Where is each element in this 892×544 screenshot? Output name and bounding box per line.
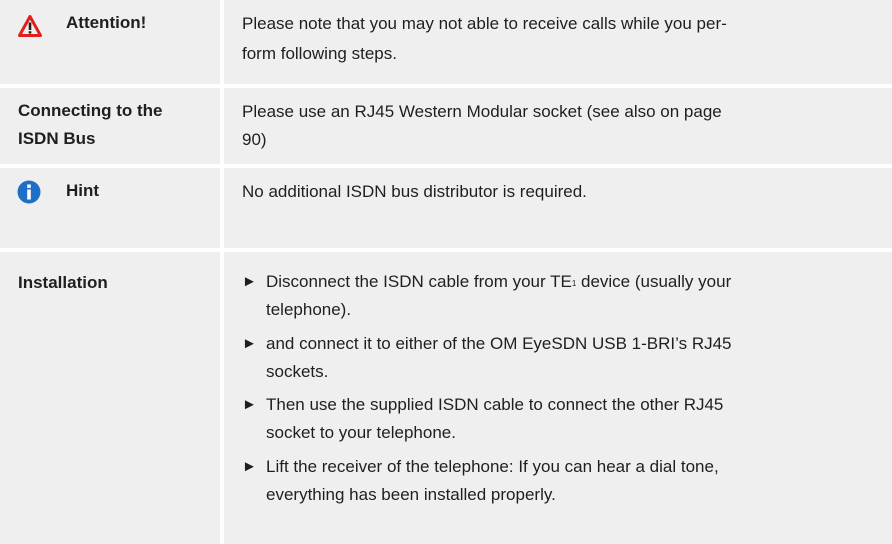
step-4-line2: everything has been installed properly. [266,485,556,504]
footnote-marker: 1 [571,279,577,288]
installation-row: Installation ► Disconnect the ISDN cable… [0,252,892,544]
hint-text: No additional ISDN bus distributor is re… [242,182,587,201]
installation-step-1: ► Disconnect the ISDN cable from your TE… [242,268,872,324]
step-1-line1: Disconnect the ISDN cable from your TE1 … [266,268,872,295]
attention-text-line1: Please note that you may not able to rec… [242,14,727,33]
bullet-arrow-icon: ► [242,335,257,352]
step-3-line2: socket to your telephone. [266,423,456,442]
installation-step-4: ► Lift the receiver of the telephone: If… [242,453,872,509]
bullet-arrow-icon: ► [242,396,257,413]
isdn-bus-content-cell: Please use an RJ45 Western Modular socke… [224,88,892,164]
step-2-line1: and connect it to either of the OM EyeSD… [266,334,732,353]
step-1-line1-post: device (usually your [576,272,732,291]
attention-row: Attention! Please note that you may not … [0,0,892,84]
isdn-bus-label-line2: ISDN Bus [18,129,96,148]
hint-label-cell: Hint [0,168,220,248]
hint-row: Hint No additional ISDN bus distributor … [0,168,892,248]
isdn-bus-label-line1: Connecting to the [18,101,163,120]
document-page: Attention! Please note that you may not … [0,0,892,544]
isdn-bus-row: Connecting to the ISDN Bus Please use an… [0,88,892,164]
attention-label-cell: Attention! [0,0,220,84]
step-1-line1-pre: Disconnect the ISDN cable from your TE [266,272,572,291]
installation-step-2: ► and connect it to either of the OM Eye… [242,330,872,386]
isdn-bus-text-line1: Please use an RJ45 Western Modular socke… [242,102,722,121]
bullet-arrow-icon: ► [242,458,257,475]
hint-content-cell: No additional ISDN bus distributor is re… [224,168,892,248]
info-icon [17,180,41,209]
step-2-line2: sockets. [266,362,329,381]
isdn-bus-label-cell: Connecting to the ISDN Bus [0,88,220,164]
installation-content-cell: ► Disconnect the ISDN cable from your TE… [224,252,892,544]
installation-step-3: ► Then use the supplied ISDN cable to co… [242,391,872,447]
attention-label: Attention! [66,13,147,32]
hint-label: Hint [66,181,100,200]
isdn-bus-text-line2: 90) [242,130,267,149]
installation-label-cell: Installation [0,252,220,544]
step-4-line1: Lift the receiver of the telephone: If y… [266,457,719,476]
step-1-line2: telephone). [266,300,352,319]
installation-label: Installation [18,273,108,292]
attention-content-cell: Please note that you may not able to rec… [224,0,892,84]
bullet-arrow-icon: ► [242,273,257,290]
warning-icon [18,15,42,42]
step-3-line1: Then use the supplied ISDN cable to conn… [266,395,724,414]
attention-text-line2: form following steps. [242,44,397,63]
